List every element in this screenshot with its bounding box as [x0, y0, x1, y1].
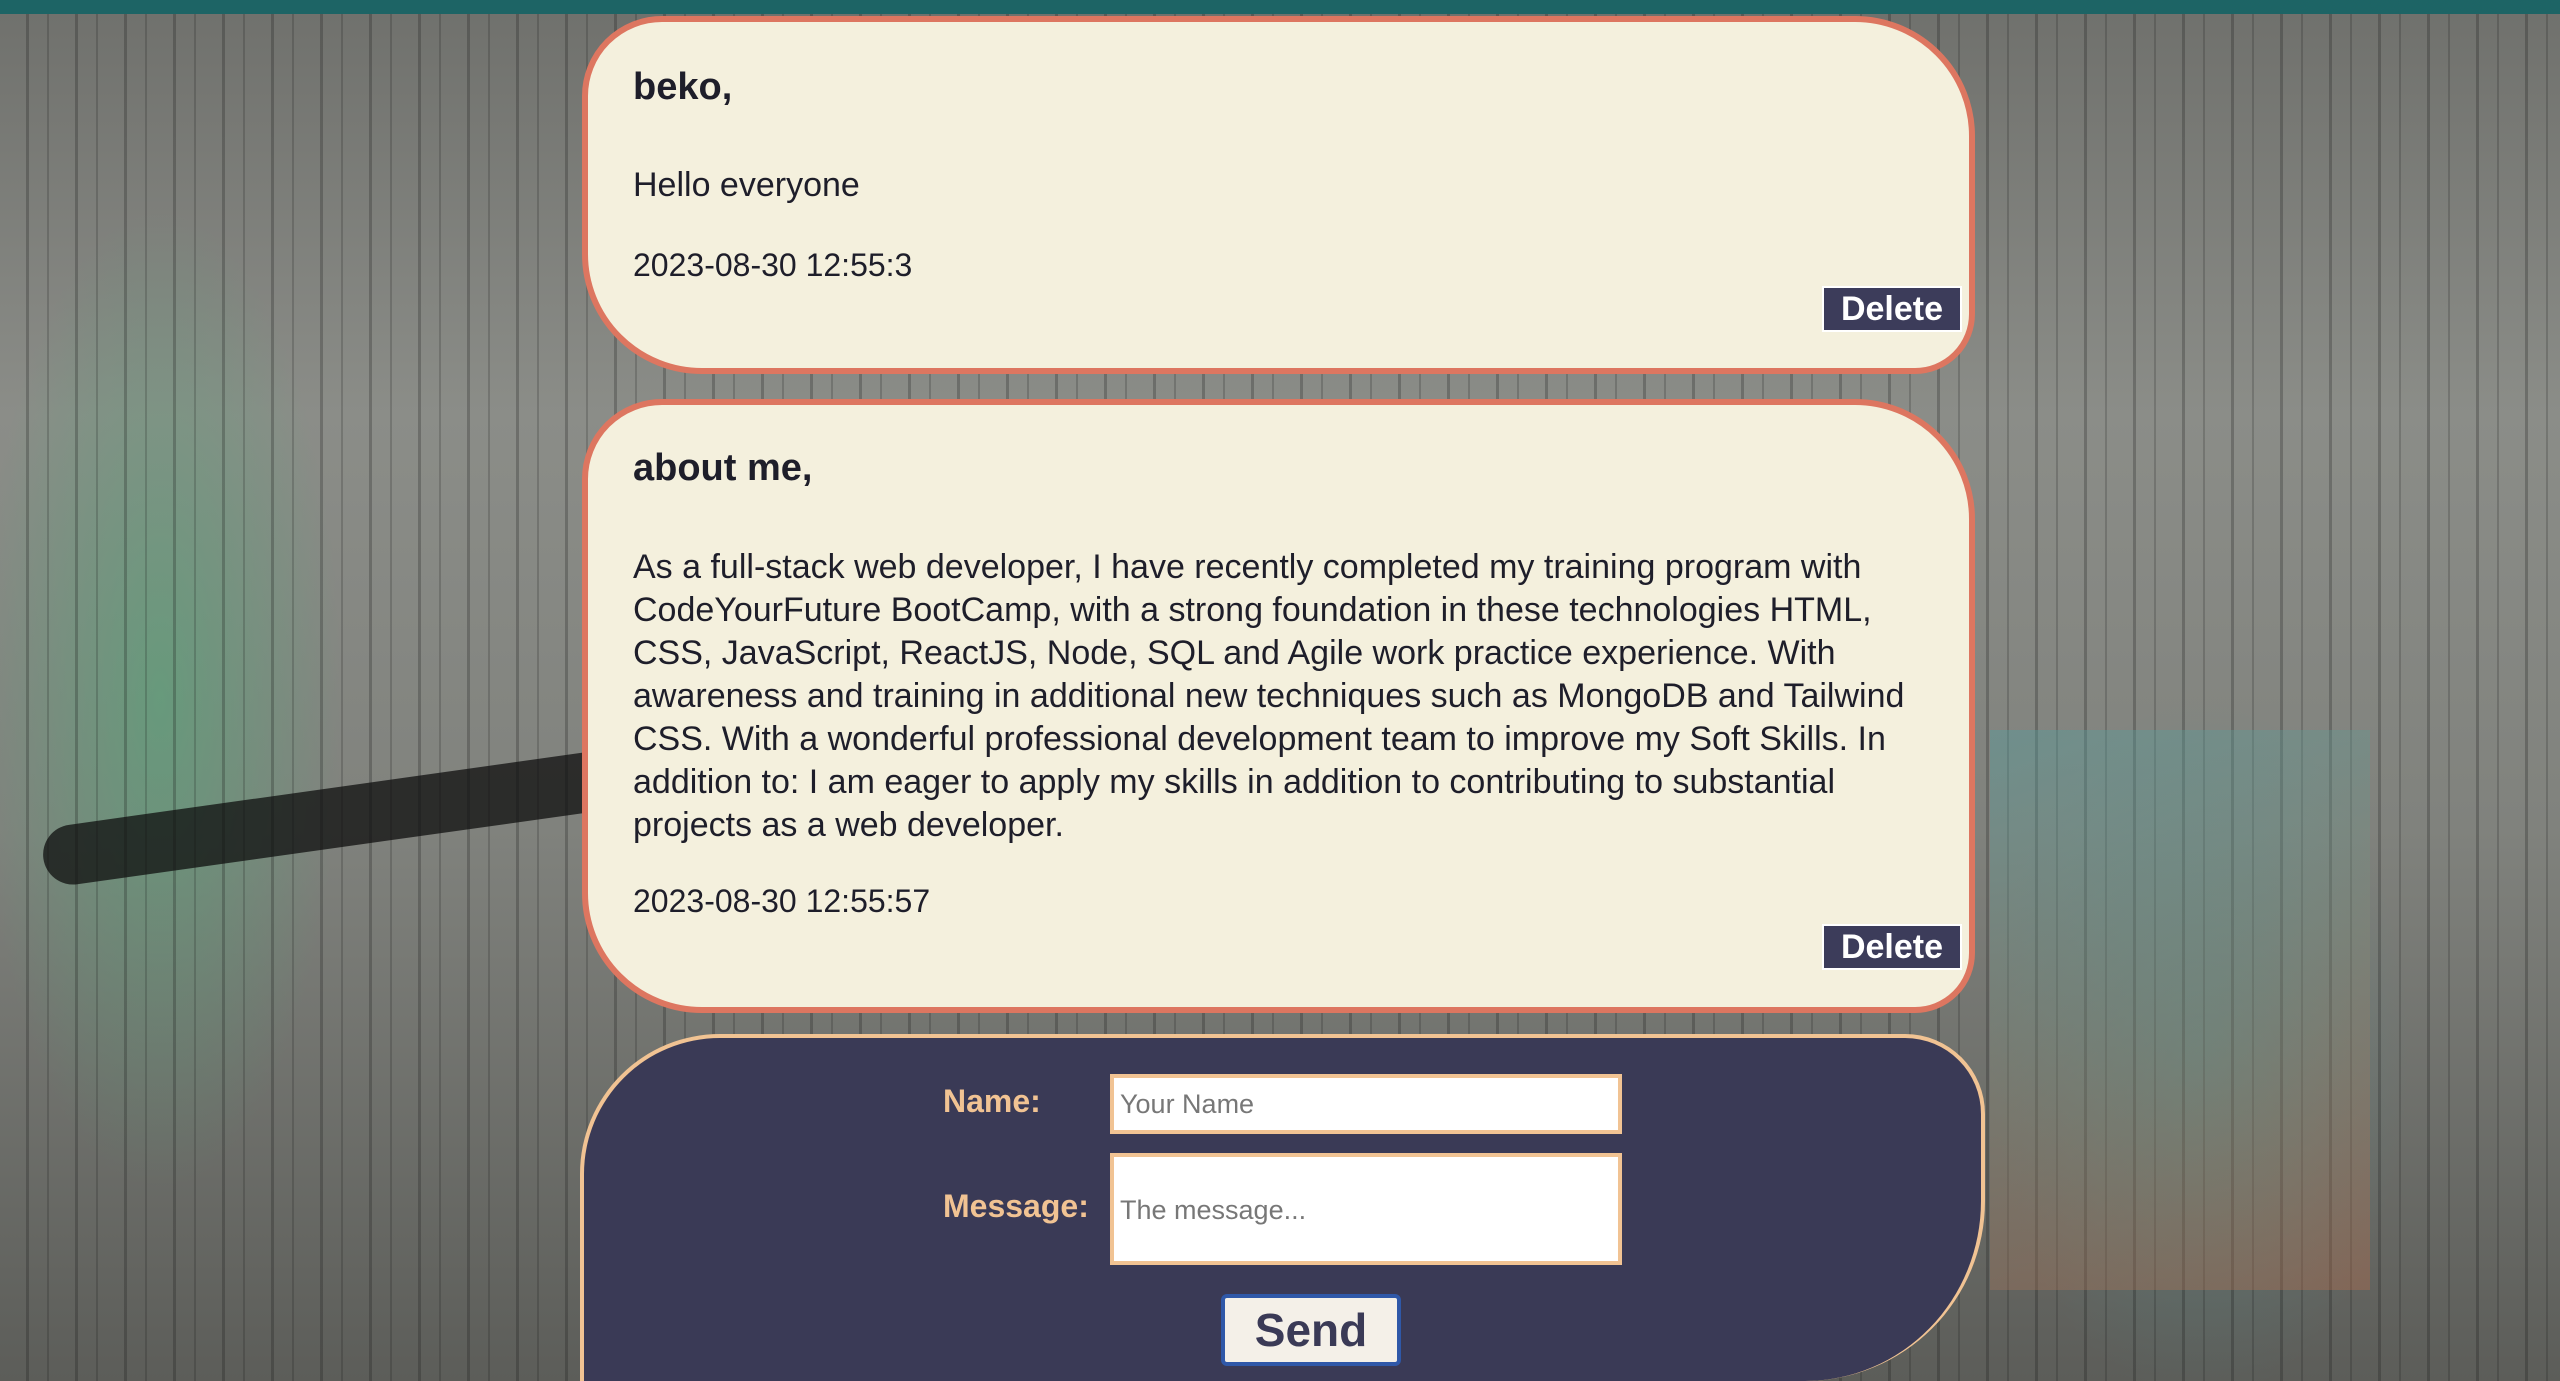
- message-input[interactable]: [1110, 1153, 1622, 1265]
- message-card: beko, Hello everyone 2023-08-30 12:55:3 …: [582, 16, 1975, 374]
- top-bar: [0, 0, 2560, 14]
- message-timestamp: 2023-08-30 12:55:3: [633, 247, 913, 283]
- message-author: about me,: [633, 447, 813, 489]
- message-label: Message:: [943, 1188, 1089, 1224]
- message-text: Hello everyone: [633, 166, 860, 204]
- name-label: Name:: [943, 1083, 1041, 1119]
- message-form: Name: Message: Send: [580, 1034, 1985, 1381]
- name-input[interactable]: [1110, 1074, 1622, 1134]
- background-poster: [1990, 730, 2370, 1290]
- delete-button[interactable]: Delete: [1822, 924, 1962, 970]
- send-button[interactable]: Send: [1221, 1294, 1401, 1366]
- message-author: beko,: [633, 66, 733, 108]
- delete-button[interactable]: Delete: [1822, 286, 1962, 332]
- message-card: about me, As a full-stack web developer,…: [582, 399, 1975, 1013]
- message-text: As a full-stack web developer, I have re…: [633, 548, 1905, 844]
- message-timestamp: 2023-08-30 12:55:57: [633, 883, 931, 919]
